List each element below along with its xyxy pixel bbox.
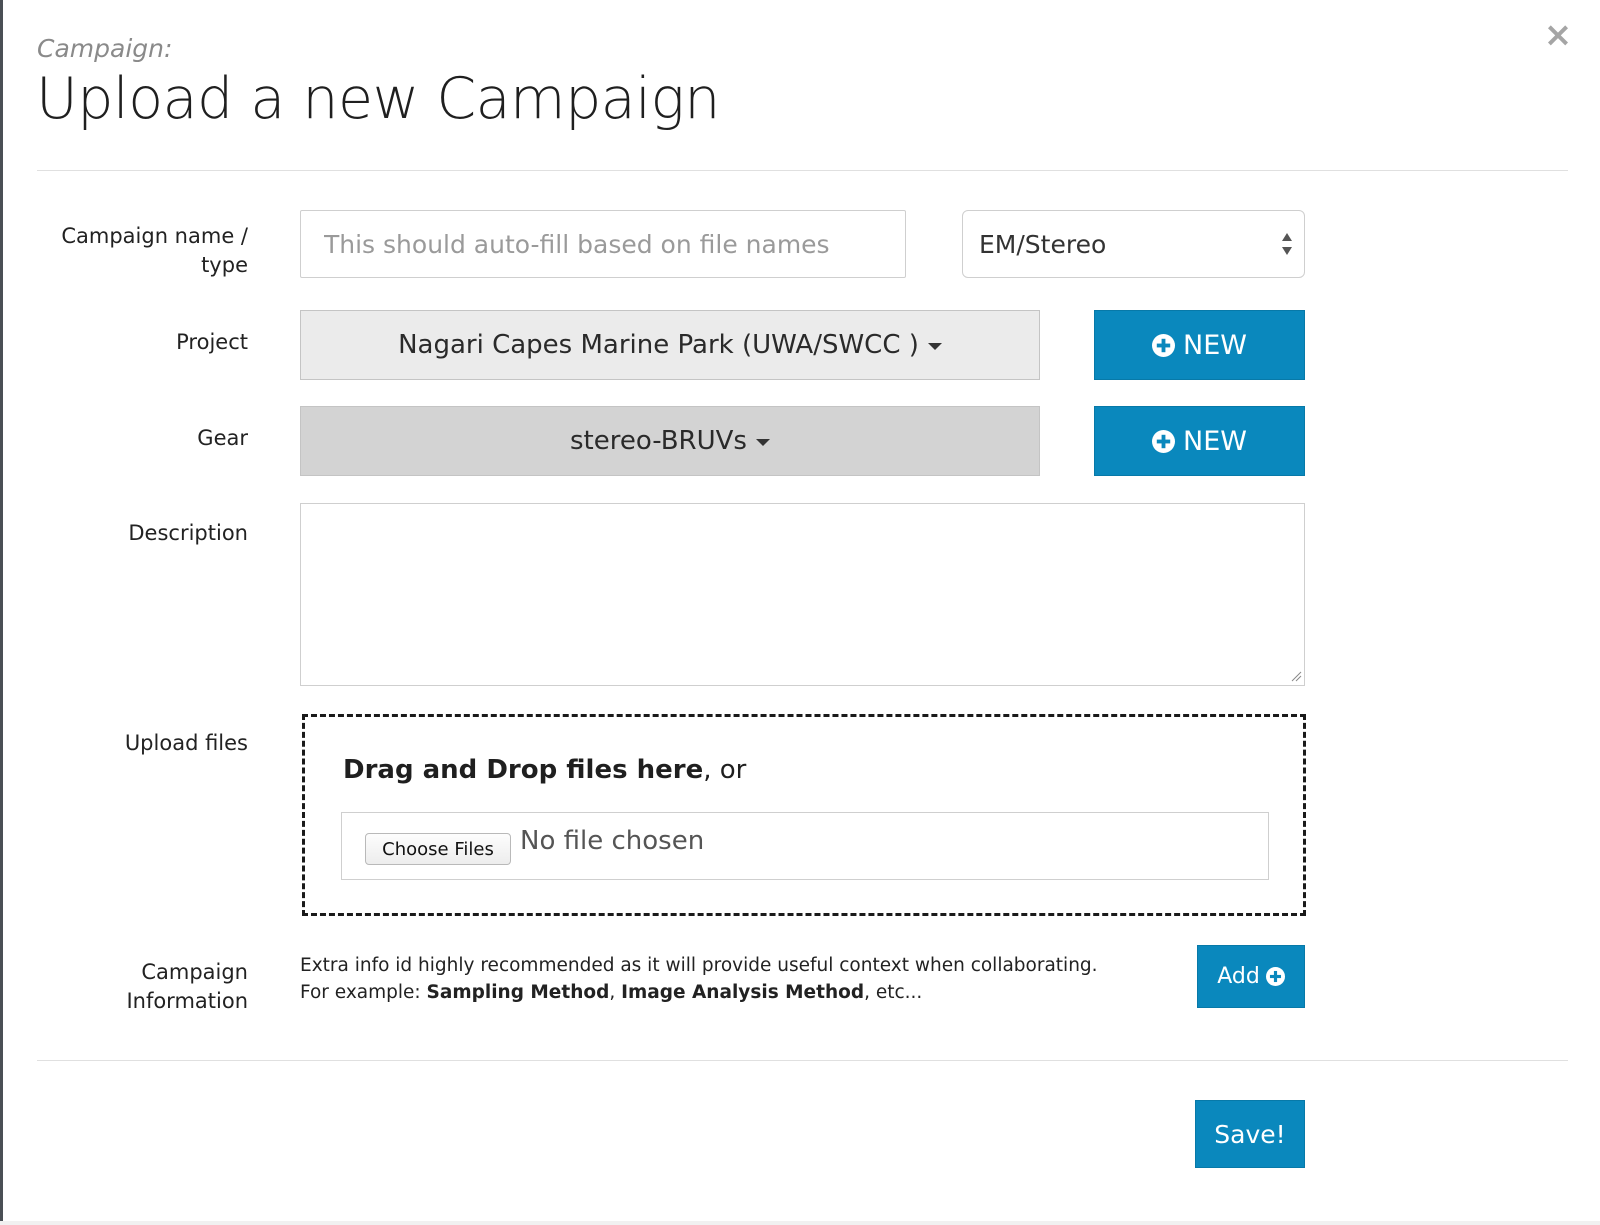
dropzone-rest-text: , or (703, 755, 747, 785)
upload-files-label: Upload files (124, 731, 248, 755)
campaign-name-input[interactable] (300, 210, 906, 278)
plus-circle-icon (1152, 333, 1176, 357)
campaign-name-label-line2: type (201, 253, 248, 277)
new-project-button-label: NEW (1183, 329, 1247, 361)
help-line-2-prefix: For example: (300, 982, 427, 1003)
help-line-2-suffix: , etc... (864, 982, 923, 1003)
footer-divider (37, 1060, 1568, 1061)
description-textarea[interactable] (300, 503, 1305, 686)
gear-dropdown[interactable]: stereo-BRUVs (300, 406, 1040, 476)
save-button[interactable]: Save! (1195, 1100, 1305, 1168)
campaign-type-select[interactable]: EM/Stereo (962, 210, 1305, 278)
new-gear-button[interactable]: NEW (1094, 406, 1305, 476)
example-image-analysis-method: Image Analysis Method (621, 982, 865, 1003)
help-separator: , (609, 982, 622, 1003)
campaign-information-label: Campaign Information (48, 958, 248, 1016)
choose-files-button[interactable]: Choose Files (365, 833, 511, 865)
gear-dropdown-value: stereo-BRUVs (570, 426, 747, 456)
add-button-label: Add (1217, 964, 1260, 989)
file-input[interactable]: Choose Files No file chosen (341, 812, 1269, 880)
project-dropdown[interactable]: Nagari Capes Marine Park (UWA/SWCC ) (300, 310, 1040, 380)
help-line-2: For example: Sampling Method, Image Anal… (300, 979, 1098, 1006)
caret-down-icon (755, 439, 770, 446)
campaign-type-value: EM/Stereo (979, 230, 1107, 259)
new-project-button[interactable]: NEW (1094, 310, 1305, 380)
project-label: Project (176, 330, 248, 354)
file-dropzone[interactable]: Drag and Drop files here, or Choose File… (302, 714, 1306, 916)
campaign-name-label-line1: Campaign name / (61, 224, 248, 248)
header-divider (37, 170, 1568, 171)
close-icon[interactable]: × (1543, 18, 1573, 52)
up-down-arrows-icon (1282, 233, 1292, 255)
add-campaign-info-button[interactable]: Add (1197, 945, 1305, 1008)
plus-circle-icon (1265, 967, 1285, 986)
plus-circle-icon (1152, 429, 1176, 453)
gear-label: Gear (197, 426, 248, 450)
example-sampling-method: Sampling Method (426, 982, 610, 1003)
campaign-information-label-line1: Campaign (141, 960, 248, 984)
description-label: Description (128, 521, 248, 545)
campaign-name-label: Campaign name / type (48, 222, 248, 280)
modal-title: Upload a new Campaign (36, 66, 720, 132)
project-dropdown-value: Nagari Capes Marine Park (UWA/SWCC ) (398, 330, 919, 360)
window-edge (0, 0, 3, 1225)
no-file-chosen-text: No file chosen (520, 826, 705, 856)
new-gear-button-label: NEW (1183, 425, 1247, 457)
caret-down-icon (927, 343, 942, 350)
dropzone-text: Drag and Drop files here, or (343, 755, 746, 785)
modal-subtitle: Campaign: (37, 34, 173, 63)
help-line-1: Extra info id highly recommended as it w… (300, 955, 1098, 976)
dropzone-bold-text: Drag and Drop files here (343, 755, 704, 785)
campaign-information-help: Extra info id highly recommended as it w… (300, 952, 1098, 1006)
window-bottom-edge (0, 1221, 1600, 1225)
campaign-information-label-line2: Information (126, 989, 248, 1013)
